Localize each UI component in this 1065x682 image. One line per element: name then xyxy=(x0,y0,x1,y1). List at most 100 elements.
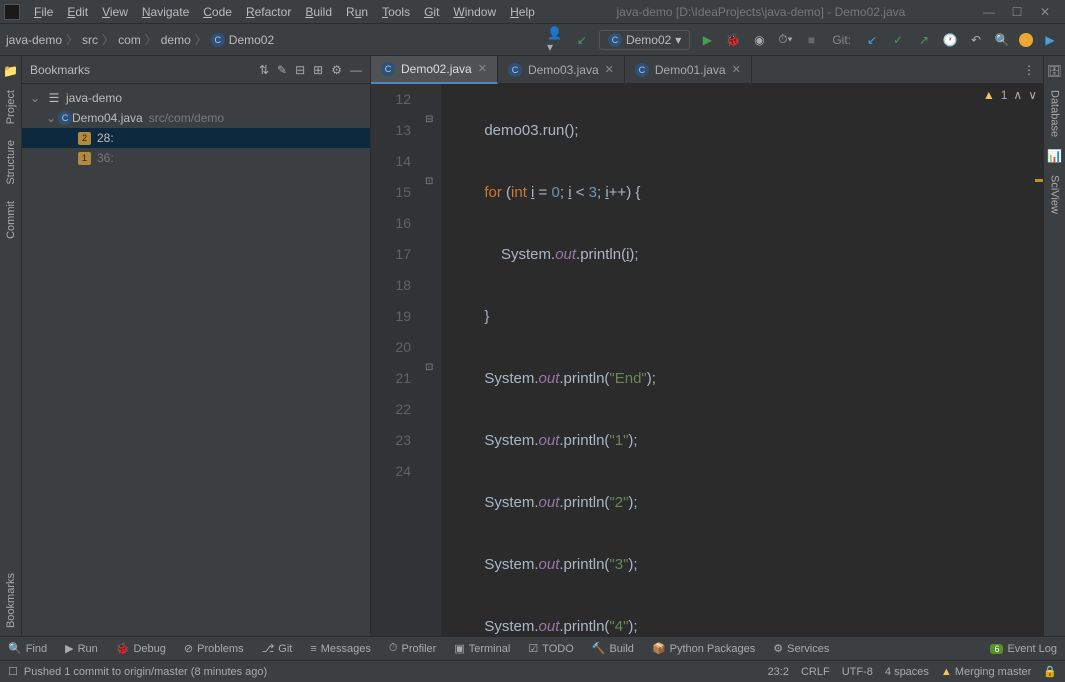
find-tool[interactable]: 🔍 Find xyxy=(8,642,47,655)
prev-highlight-icon[interactable]: ∧ xyxy=(1013,88,1022,102)
breadcrumb-item[interactable]: demo xyxy=(161,33,191,47)
editor-area: C Demo02.java ✕ C Demo03.java ✕ C Demo01… xyxy=(371,56,1043,636)
line-separator[interactable]: CRLF xyxy=(801,666,830,678)
messages-tool[interactable]: ≡ Messages xyxy=(310,643,371,655)
debug-button[interactable]: 🐞 xyxy=(724,31,742,49)
tab-menu-icon[interactable]: ⋮ xyxy=(1015,63,1043,77)
todo-tool[interactable]: ☑ TODO xyxy=(528,642,573,655)
editor-scrollbar[interactable] xyxy=(1031,84,1043,636)
gear-icon[interactable]: ⚙ xyxy=(331,63,342,77)
menu-help[interactable]: Help xyxy=(504,3,541,21)
run-tool[interactable]: ▶ Run xyxy=(65,642,98,655)
menu-edit[interactable]: Edit xyxy=(61,3,94,21)
code-content[interactable]: demo03.run(); for (int i = 0; i < 3; i++… xyxy=(441,84,1043,636)
undo-icon[interactable]: ↶ xyxy=(967,31,985,49)
search-icon[interactable]: 🔍 xyxy=(993,31,1011,49)
cursor-position[interactable]: 23:2 xyxy=(768,666,789,678)
profiler-tool[interactable]: ⏱ Profiler xyxy=(389,642,436,655)
user-icon[interactable]: 👤▾ xyxy=(547,31,565,49)
maximize-button[interactable]: ☐ xyxy=(1009,5,1025,19)
fold-gutter[interactable]: ⊟ ⊡ ⊡ xyxy=(423,84,441,636)
close-button[interactable]: ✕ xyxy=(1037,5,1053,19)
fold-mark-icon[interactable]: ⊟ xyxy=(425,114,437,126)
collapse-icon[interactable]: ⊞ xyxy=(313,63,323,77)
edit-icon[interactable]: ✎ xyxy=(277,63,287,77)
close-icon[interactable]: ✕ xyxy=(605,63,614,76)
profile-button[interactable]: ⏱▾ xyxy=(776,31,794,49)
sciview-icon[interactable]: 📊 xyxy=(1047,149,1062,163)
hide-icon[interactable]: — xyxy=(350,63,362,77)
indent[interactable]: 4 spaces xyxy=(885,666,929,678)
back-arrow-icon[interactable]: ↙ xyxy=(573,31,591,49)
breadcrumb-item[interactable]: com xyxy=(118,33,141,47)
menu-view[interactable]: View xyxy=(96,3,134,21)
coverage-button[interactable]: ◉ xyxy=(750,31,768,49)
filter-icon[interactable]: ⇅ xyxy=(259,63,269,77)
problems-tool[interactable]: ⊘ Problems xyxy=(184,642,244,655)
bookmark-row[interactable]: 2 28: xyxy=(22,128,370,148)
menu-git[interactable]: Git xyxy=(418,3,445,21)
rail-bookmarks[interactable]: Bookmarks xyxy=(5,573,17,628)
code-with-me-icon[interactable]: ▶ xyxy=(1041,31,1059,49)
menu-window[interactable]: Window xyxy=(447,3,502,21)
git-tool[interactable]: ⎇ Git xyxy=(262,642,293,655)
breadcrumb-item[interactable]: java-demo xyxy=(6,33,62,47)
git-branch[interactable]: ▲ Merging master xyxy=(941,666,1031,678)
scroll-warning-mark[interactable] xyxy=(1035,179,1043,182)
menu-build[interactable]: Build xyxy=(299,3,338,21)
git-update-icon[interactable]: ↙ xyxy=(863,31,881,49)
breadcrumb-item[interactable]: Demo02 xyxy=(229,33,274,47)
menu-code[interactable]: Code xyxy=(197,3,238,21)
warning-icon[interactable]: ▲ xyxy=(983,88,995,102)
code-area[interactable]: ▲ 1 ∧ ∨ 12131415161718192021222324 ⊟ ⊡ ⊡… xyxy=(371,84,1043,636)
rail-structure[interactable]: Structure xyxy=(5,140,17,185)
lock-icon[interactable]: 🔒 xyxy=(1043,665,1057,678)
right-tool-rail: 🗄 Database 📊 SciView xyxy=(1043,56,1065,636)
class-icon: C xyxy=(211,33,225,47)
rail-commit[interactable]: Commit xyxy=(5,201,17,239)
debug-tool[interactable]: 🐞 Debug xyxy=(116,642,166,655)
run-config-selector[interactable]: C Demo02 ▾ xyxy=(599,30,690,50)
tree-root[interactable]: ⌄ ☰ java-demo xyxy=(22,88,370,108)
project-icon[interactable]: 📁 xyxy=(3,64,18,78)
panel-title: Bookmarks xyxy=(30,63,259,77)
editor-tab[interactable]: C Demo03.java ✕ xyxy=(498,56,625,84)
git-push-icon[interactable]: ↗ xyxy=(915,31,933,49)
fold-mark-icon[interactable]: ⊡ xyxy=(425,362,437,374)
services-tool[interactable]: ⚙ Services xyxy=(773,642,829,655)
bookmarks-tree: ⌄ ☰ java-demo ⌄ C Demo04.java src/com/de… xyxy=(22,84,370,172)
event-log-tool[interactable]: 6 Event Log xyxy=(990,643,1057,655)
next-highlight-icon[interactable]: ∨ xyxy=(1028,88,1037,102)
line-gutter[interactable]: 12131415161718192021222324 xyxy=(371,84,423,636)
menu-refactor[interactable]: Refactor xyxy=(240,3,297,21)
menu-run[interactable]: Run xyxy=(340,3,374,21)
git-commit-icon[interactable]: ✓ xyxy=(889,31,907,49)
close-icon[interactable]: ✕ xyxy=(478,62,487,75)
ide-update-icon[interactable] xyxy=(1019,33,1033,47)
run-button[interactable]: ▶ xyxy=(698,31,716,49)
menu-tools[interactable]: Tools xyxy=(376,3,416,21)
rail-project[interactable]: Project xyxy=(5,90,17,124)
close-icon[interactable]: ✕ xyxy=(732,63,741,76)
expand-icon[interactable]: ⊟ xyxy=(295,63,305,77)
minimize-button[interactable]: — xyxy=(981,5,997,19)
terminal-tool[interactable]: ▣ Terminal xyxy=(454,642,510,655)
git-history-icon[interactable]: 🕐 xyxy=(941,31,959,49)
rail-database[interactable]: Database xyxy=(1049,90,1061,137)
rail-sciview[interactable]: SciView xyxy=(1049,175,1061,214)
python-packages-tool[interactable]: 📦 Python Packages xyxy=(652,642,755,655)
database-icon[interactable]: 🗄 xyxy=(1047,64,1062,78)
encoding[interactable]: UTF-8 xyxy=(842,666,873,678)
stop-button[interactable]: ■ xyxy=(802,31,820,49)
build-tool[interactable]: 🔨 Build xyxy=(592,642,634,655)
fold-mark-icon[interactable]: ⊡ xyxy=(425,176,437,188)
bookmark-row[interactable]: 1 36: xyxy=(22,148,370,168)
tree-file[interactable]: ⌄ C Demo04.java src/com/demo xyxy=(22,108,370,128)
editor-tab[interactable]: C Demo02.java ✕ xyxy=(371,56,498,84)
vcs-log-icon[interactable]: ☐ xyxy=(8,665,18,678)
menu-navigate[interactable]: Navigate xyxy=(136,3,195,21)
menu-file[interactable]: File xyxy=(28,3,59,21)
tab-label: Demo02.java xyxy=(401,62,472,76)
editor-tab[interactable]: C Demo01.java ✕ xyxy=(625,56,752,84)
breadcrumb-item[interactable]: src xyxy=(82,33,98,47)
